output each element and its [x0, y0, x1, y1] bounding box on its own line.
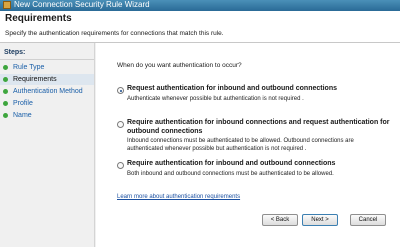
radio-request-inbound-outbound[interactable] — [117, 87, 124, 94]
radio-require-inbound-outbound[interactable] — [117, 162, 124, 169]
steps-sidebar: Steps: Rule Type Requirements Authentica… — [0, 43, 95, 247]
sidebar-item-requirements[interactable]: Requirements — [0, 74, 94, 85]
option-title[interactable]: Request authentication for inbound and o… — [127, 85, 337, 92]
sidebar-item-profile: Profile — [0, 98, 94, 109]
step-icon — [3, 113, 8, 118]
next-button[interactable]: Next > — [302, 214, 338, 226]
back-button[interactable]: < Back — [262, 214, 298, 226]
sidebar-item-label: Authentication Method — [13, 88, 83, 95]
wizard-body: Steps: Rule Type Requirements Authentica… — [0, 43, 400, 247]
window-icon — [3, 1, 11, 9]
steps-label: Steps: — [4, 49, 26, 56]
step-complete-icon — [3, 65, 8, 70]
page-title: Requirements — [5, 13, 72, 24]
cancel-button[interactable]: Cancel — [350, 214, 386, 226]
sidebar-item-label: Rule Type — [13, 64, 45, 71]
sidebar-item-label: Requirements — [13, 76, 57, 83]
option-description: authenticated whenever possible but auth… — [127, 146, 307, 152]
sidebar-item-label: Name — [13, 112, 32, 119]
option-title[interactable]: Require authentication for inbound and o… — [127, 160, 335, 167]
option-title[interactable]: Require authentication for inbound conne… — [127, 119, 390, 126]
title-bar: New Connection Security Rule Wizard — [0, 0, 400, 11]
steps-divider — [0, 59, 94, 60]
option-description: Authenticate whenever possible but authe… — [127, 96, 304, 102]
option-title-continued[interactable]: outbound connections — [127, 128, 202, 135]
learn-more-link[interactable]: Learn more about authentication requirem… — [117, 194, 240, 200]
question-label: When do you want authentication to occur… — [117, 62, 242, 69]
step-icon — [3, 101, 8, 106]
option-description: Inbound connections must be authenticate… — [127, 138, 354, 144]
sidebar-item-authentication-method: Authentication Method — [0, 86, 94, 97]
step-current-icon — [3, 77, 8, 82]
sidebar-item-name: Name — [0, 110, 94, 121]
option-description: Both inbound and outbound connections mu… — [127, 171, 334, 177]
window-title: New Connection Security Rule Wizard — [14, 0, 150, 9]
wizard-header: Requirements Specify the authentication … — [0, 11, 400, 43]
sidebar-item-rule-type[interactable]: Rule Type — [0, 62, 94, 73]
sidebar-item-label: Profile — [13, 100, 33, 107]
step-icon — [3, 89, 8, 94]
page-description: Specify the authentication requirements … — [5, 30, 224, 37]
radio-require-inbound-request-outbound[interactable] — [117, 121, 124, 128]
